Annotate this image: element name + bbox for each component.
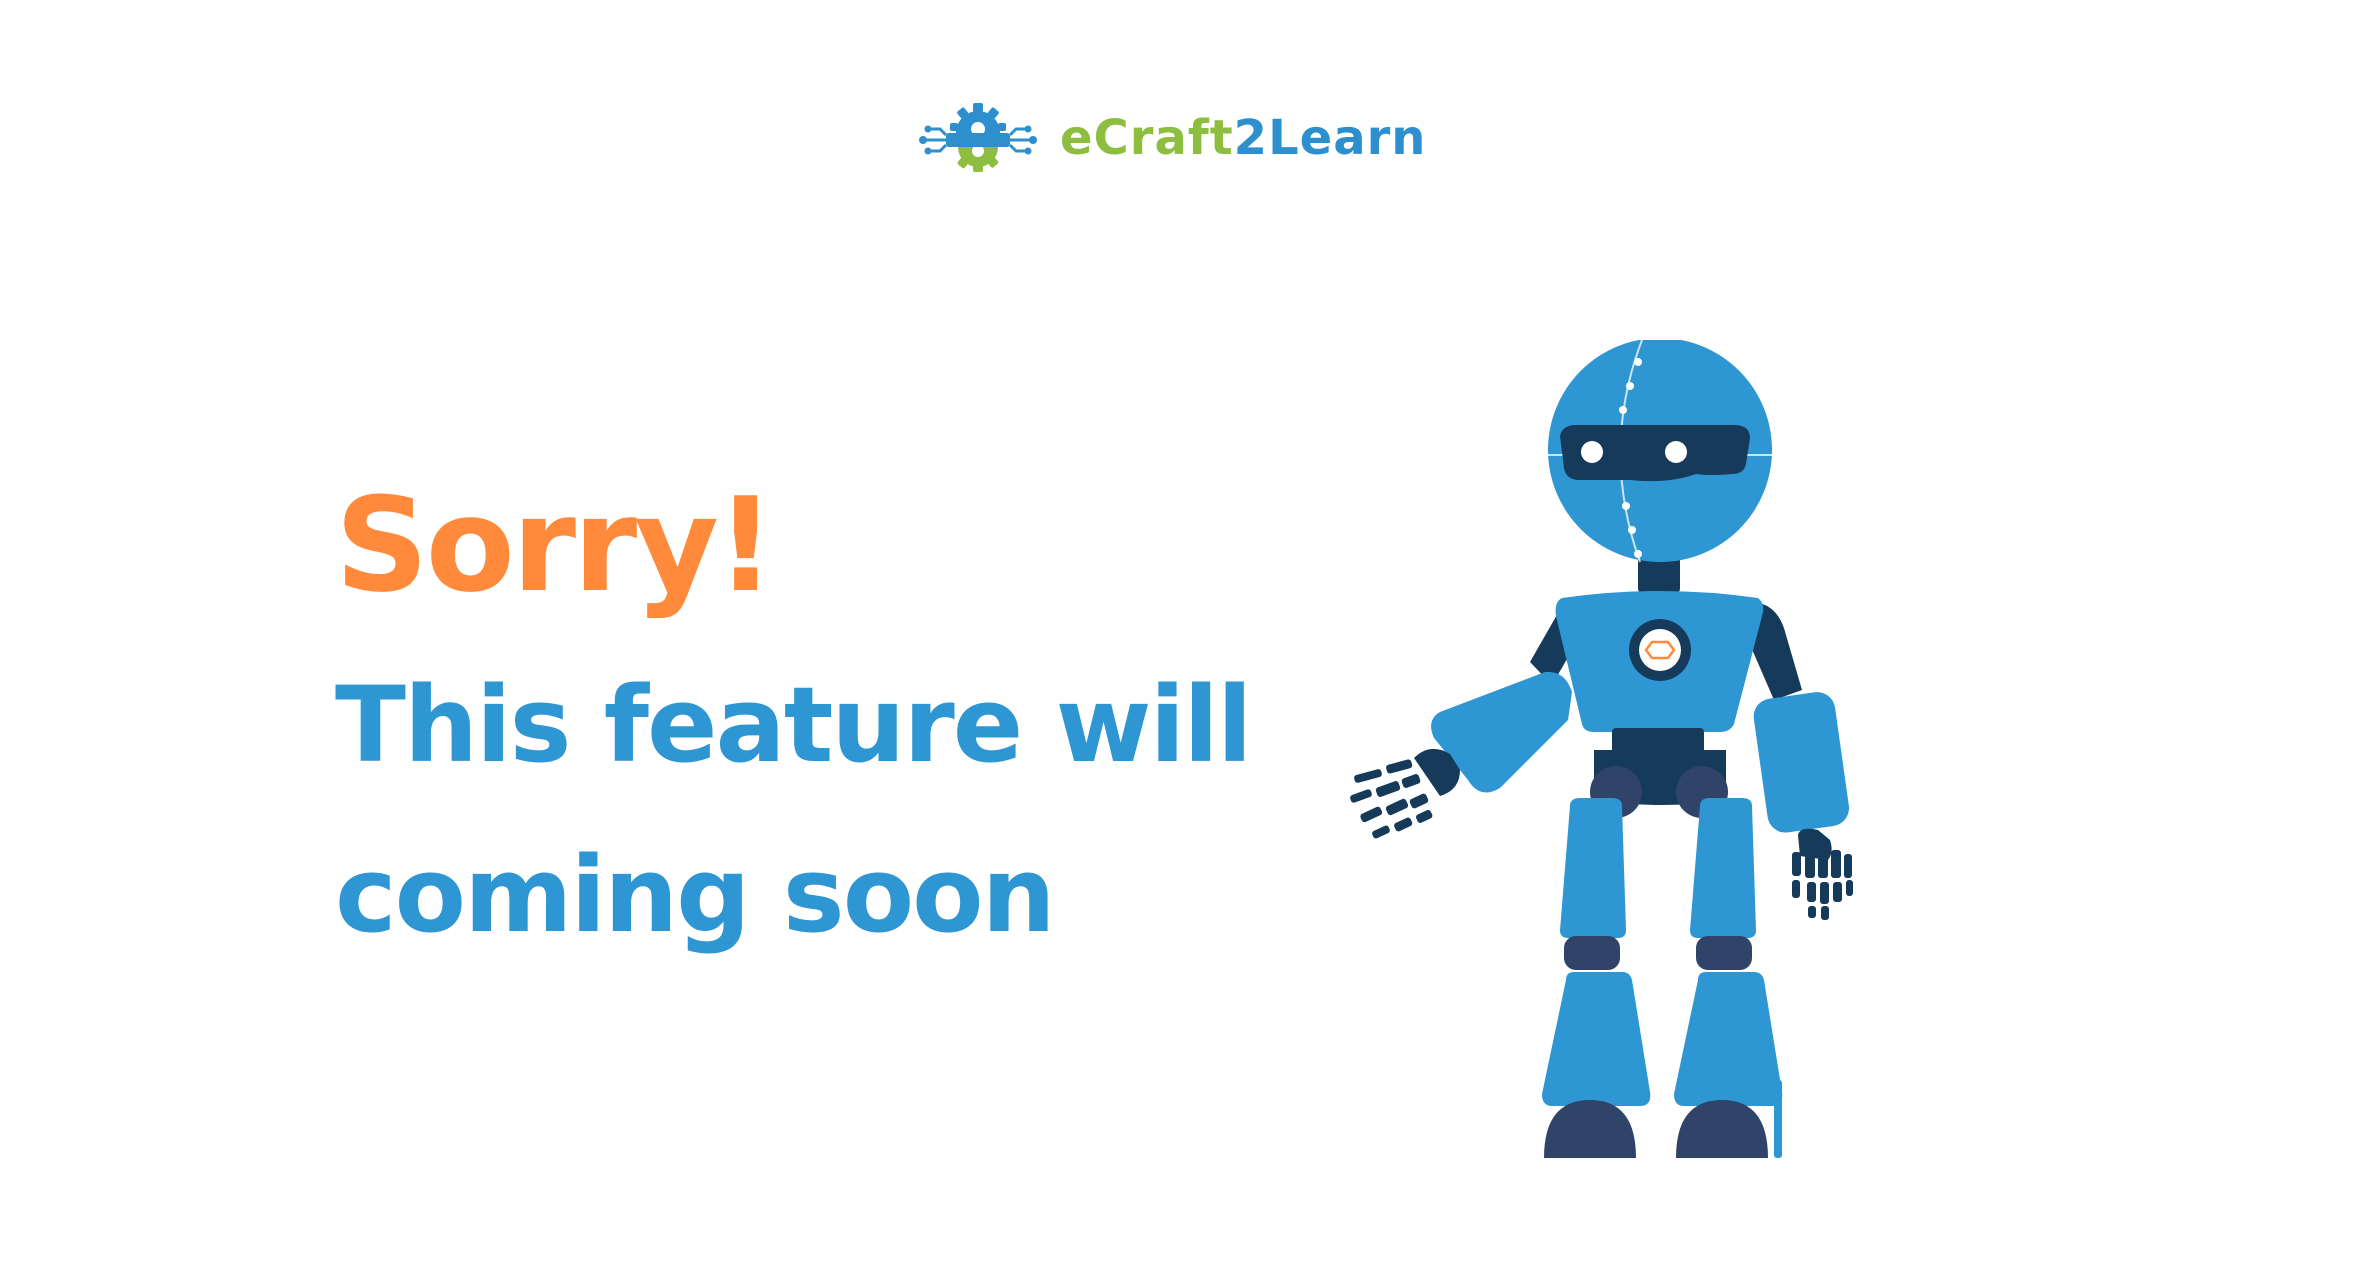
brand-name-part1: eCraft [1060,110,1234,166]
brand-header: eCraft 2 Learn [918,98,1478,178]
brand-name-part3: Learn [1268,110,1427,166]
robot-right-arm [1748,602,1853,920]
coming-soon-text: This feature will coming soon [335,640,1295,980]
robot-torso [1555,591,1764,805]
robot-left-leg [1542,798,1651,1158]
robot-right-leg [1674,798,1783,1158]
robot-illustration [1350,340,1853,1158]
coming-soon-message: Sorry! This feature will coming soon [335,470,1295,980]
gear-circuit-icon [919,103,1037,172]
coming-soon-line-2: coming soon [335,834,1056,956]
robot-head [1548,340,1772,563]
robot-left-arm [1350,606,1578,839]
brand-name: eCraft 2 Learn [1060,110,1426,166]
brand-name-part2: 2 [1233,110,1269,166]
coming-soon-line-1: This feature will [335,664,1253,786]
sorry-title: Sorry! [335,469,775,621]
